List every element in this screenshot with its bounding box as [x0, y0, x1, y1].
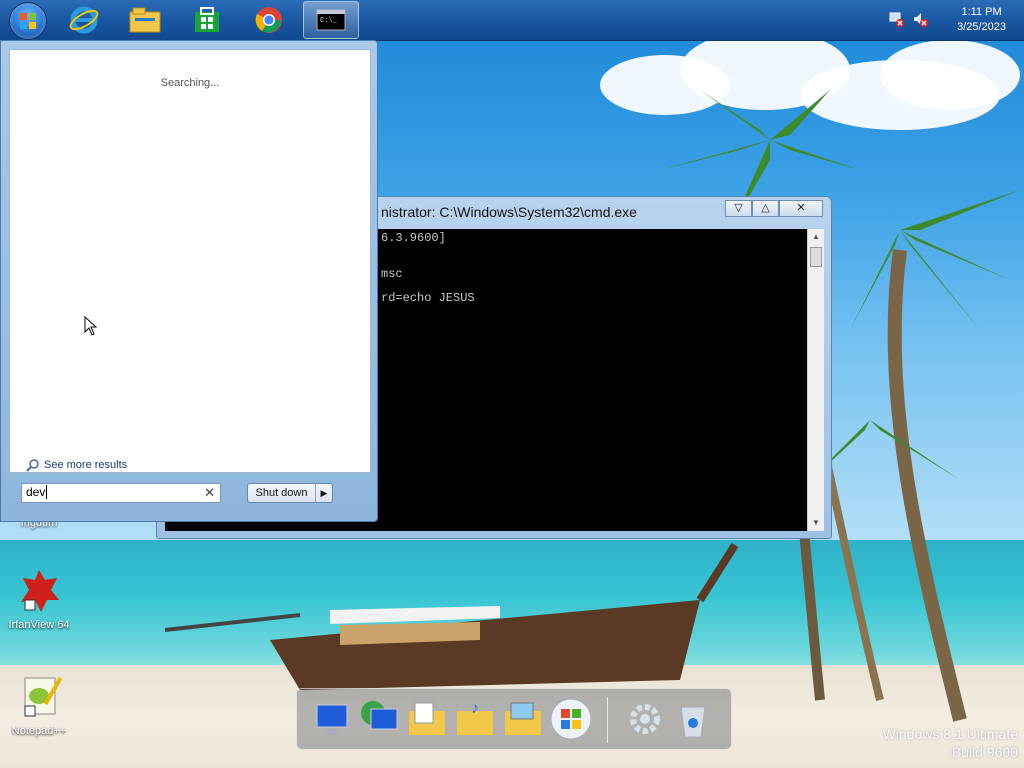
console-line: msc	[381, 267, 403, 281]
start-orb[interactable]	[9, 2, 47, 40]
console-line: rd=echo JESUS	[381, 291, 475, 305]
clock[interactable]: 1:11 PM 3/25/2023	[957, 5, 1006, 35]
search-input[interactable]: dev ✕	[21, 483, 221, 503]
start-menu-results-panel: Searching... See more results	[9, 49, 371, 473]
clear-search-icon[interactable]: ✕	[204, 485, 215, 501]
desktop-icon-label: IrfanView 64	[8, 619, 70, 631]
clock-time: 1:11 PM	[961, 6, 1002, 18]
dock: ♪	[296, 688, 732, 750]
search-icon	[26, 459, 39, 472]
chrome-icon[interactable]	[241, 1, 297, 39]
svg-text:C:\_: C:\_	[320, 17, 338, 25]
svg-text:♪: ♪	[471, 700, 479, 717]
scroll-down-arrow-icon[interactable]: ▼	[808, 515, 824, 531]
scroll-up-arrow-icon[interactable]: ▲	[808, 229, 824, 245]
documents-folder-icon[interactable]	[405, 697, 449, 741]
start-menu-bottom-bar: dev ✕ Shut down ▶	[9, 473, 371, 515]
computer-icon[interactable]	[311, 697, 355, 741]
pictures-folder-icon[interactable]	[501, 697, 545, 741]
desktop-icon-label: Notepad++	[11, 725, 67, 737]
shutdown-options-arrow-icon[interactable]: ▶	[316, 484, 332, 502]
maximize-button[interactable]: △	[752, 200, 779, 217]
music-folder-icon[interactable]: ♪	[453, 697, 497, 741]
windows-store-icon[interactable]	[179, 1, 235, 39]
close-button[interactable]: ✕	[779, 200, 823, 217]
shutdown-label: Shut down	[248, 484, 316, 502]
desktop-icon-notepadpp[interactable]: Notepad++	[2, 672, 76, 737]
console-line: 6.3.9600]	[381, 231, 446, 245]
internet-explorer-icon[interactable]	[56, 1, 112, 39]
watermark-build: Build 9600	[951, 744, 1018, 760]
clock-date: 3/25/2023	[957, 21, 1006, 33]
network-disconnected-icon[interactable]	[888, 11, 904, 27]
watermark-edition: Windows 8.1 Ultimate	[882, 726, 1018, 742]
minimize-button[interactable]: ▽	[725, 200, 752, 217]
search-input-value: dev	[26, 485, 46, 499]
volume-muted-icon[interactable]	[912, 11, 928, 27]
irfanview-icon	[21, 570, 59, 612]
search-status: Searching...	[160, 77, 220, 89]
desktop-icon-irfanview[interactable]: IrfanView 64	[2, 566, 76, 631]
recycle-bin-icon[interactable]	[671, 697, 715, 741]
window-controls: ▽ △ ✕	[725, 200, 823, 219]
start-menu: Searching... See more results dev ✕ Shut…	[0, 40, 378, 522]
file-explorer-icon[interactable]	[117, 1, 173, 39]
see-more-results-link[interactable]: See more results	[26, 458, 127, 472]
taskbar: C:\_ 1:11 PM 3/25/2023	[0, 0, 1024, 41]
mouse-cursor-icon	[84, 316, 98, 336]
see-more-results-label: See more results	[44, 459, 128, 471]
scroll-thumb[interactable]	[810, 247, 822, 267]
dock-separator	[607, 697, 608, 743]
system-tray: 1:11 PM 3/25/2023	[874, 0, 1024, 40]
settings-gear-icon[interactable]	[623, 697, 667, 741]
windows-watermark: Windows 8.1 Ultimate Build 9600	[883, 725, 1018, 761]
network-icon[interactable]	[357, 697, 401, 741]
shutdown-button[interactable]: Shut down ▶	[247, 483, 333, 503]
windows-flag-icon	[20, 13, 36, 29]
windows-logo-icon[interactable]	[549, 697, 593, 741]
command-prompt-icon[interactable]: C:\_	[303, 1, 359, 39]
notepadpp-icon	[24, 677, 63, 717]
vertical-scrollbar[interactable]: ▲ ▼	[807, 229, 824, 531]
